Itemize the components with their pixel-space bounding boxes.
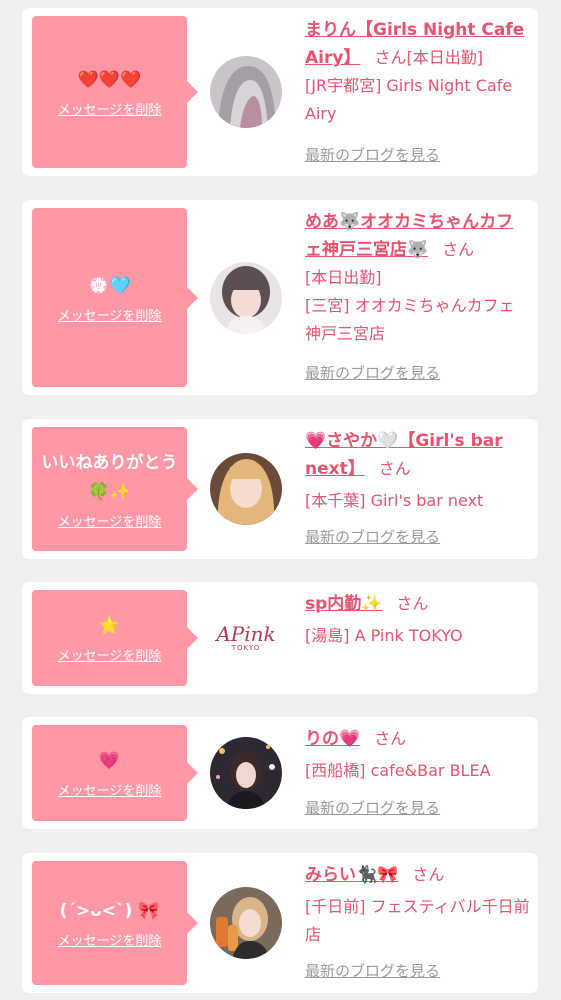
apink-logo-avatar[interactable]: APink TOKYO [210,602,282,674]
honorific-label: さん [374,48,407,67]
night-city-girl-avatar[interactable] [210,737,282,809]
honorific-label: さん [442,240,475,259]
shop-label: [千日前] フェスティバル千日前店 [305,897,530,944]
honorific-label: さん [396,594,429,613]
latest-blog-link[interactable]: 最新のブログを見る [305,960,440,981]
profile-info: まりん【Girls Night Cafe Airy】 さん[本日出勤] [JR宇都… [305,16,530,128]
profile-info: りの💗 さん [西船橋] cafe&Bar BLEA [305,725,530,785]
message-bubble: いいねありがとう 🍀✨ メッセージを削除 [32,427,198,551]
message-text: ⭐ [98,616,121,636]
favorite-card: ⭐ メッセージを削除 APink TOKYO sp内勤✨ さん [湯島] A Pi… [22,582,538,694]
delete-message-link[interactable]: メッセージを削除 [58,780,162,799]
message-text: (ˊ>ᴗ<ˋ) 🎀 [59,901,160,921]
honorific-label: さん [378,459,411,478]
girl-with-drinks-avatar[interactable] [210,887,282,959]
blonde-girl-avatar[interactable] [210,453,282,525]
profile-name-link[interactable]: めあ🐺オオカミちゃんカフェ神戸三宮店🐺 [305,212,513,260]
delete-message-link[interactable]: メッセージを削除 [58,645,162,664]
honorific-label: さん [374,729,407,748]
message-text: いいねありがとう 🍀✨ [41,452,178,502]
delete-message-link[interactable]: メッセージを削除 [58,99,162,118]
profile-name-link[interactable]: みらい🐈‍⬛🎀 [305,865,398,885]
message-text: 💮🩵 [88,275,131,296]
shop-label: [湯島] A Pink TOKYO [305,626,463,645]
favorite-card: いいねありがとう 🍀✨ メッセージを削除 💗さやか🤍【Girl's bar ne… [22,419,538,559]
delete-message-link[interactable]: メッセージを削除 [58,930,162,949]
profile-info: 💗さやか🤍【Girl's bar next】 さん [本千葉] Girl's ba… [305,427,530,515]
shop-label: [JR宇都宮] Girls Night Cafe Airy [305,76,513,123]
shop-label: [本千葉] Girl's bar next [305,491,484,510]
profile-info: めあ🐺オオカミちゃんカフェ神戸三宮店🐺 さん [本日出勤] [三宮] オオカミちゃ… [305,208,530,348]
message-text: ❤️❤️❤️ [77,70,142,90]
message-text: 💗 [98,751,121,771]
profile-info: みらい🐈‍⬛🎀 さん [千日前] フェスティバル千日前店 [305,861,530,949]
message-bubble: 💮🩵 メッセージを削除 [32,208,198,387]
delete-message-link[interactable]: メッセージを削除 [58,511,162,530]
girl-portrait-avatar[interactable] [210,262,282,334]
favorite-card: (ˊ>ᴗ<ˋ) 🎀 メッセージを削除 みらい🐈‍⬛🎀 さん [千日前] フェスティ… [22,853,538,993]
latest-blog-link[interactable]: 最新のブログを見る [305,144,440,165]
shop-label: [三宮] オオカミちゃんカフェ神戸三宮店 [305,296,515,343]
favorite-card: 💮🩵 メッセージを削除 めあ🐺オオカミちゃんカフェ神戸三宮店🐺 さん [本日出勤]… [22,200,538,395]
profile-name-link[interactable]: sp内勤✨ [305,594,382,614]
profile-info: sp内勤✨ さん [湯島] A Pink TOKYO [305,590,530,650]
favorite-card: 💗 メッセージを削除 りの💗 さん [西船橋] cafe&Bar BLEA 最新の… [22,717,538,829]
status-label: [本日出勤] [305,268,382,287]
status-label: [本日出勤] [406,48,483,67]
apink-logo-subtext: TOKYO [231,644,261,652]
message-bubble: ❤️❤️❤️ メッセージを削除 [32,16,198,168]
delete-message-link[interactable]: メッセージを削除 [58,305,162,324]
latest-blog-link[interactable]: 最新のブログを見る [305,797,440,818]
honorific-label: さん [412,865,445,884]
shop-label: [西船橋] cafe&Bar BLEA [305,761,491,780]
latest-blog-link[interactable]: 最新のブログを見る [305,362,440,383]
apink-logo-text: APink [216,622,276,646]
profile-name-link[interactable]: りの💗 [305,729,360,749]
message-bubble: (ˊ>ᴗ<ˋ) 🎀 メッセージを削除 [32,861,198,985]
favorites-list: ❤️❤️❤️ メッセージを削除 まりん【Girls Night Cafe Air… [0,0,561,1000]
message-bubble: ⭐ メッセージを削除 [32,590,198,686]
favorite-card: ❤️❤️❤️ メッセージを削除 まりん【Girls Night Cafe Air… [22,8,538,176]
message-bubble: 💗 メッセージを削除 [32,725,198,821]
latest-blog-link[interactable]: 最新のブログを見る [305,526,440,547]
gray-hair-avatar[interactable] [210,56,282,128]
